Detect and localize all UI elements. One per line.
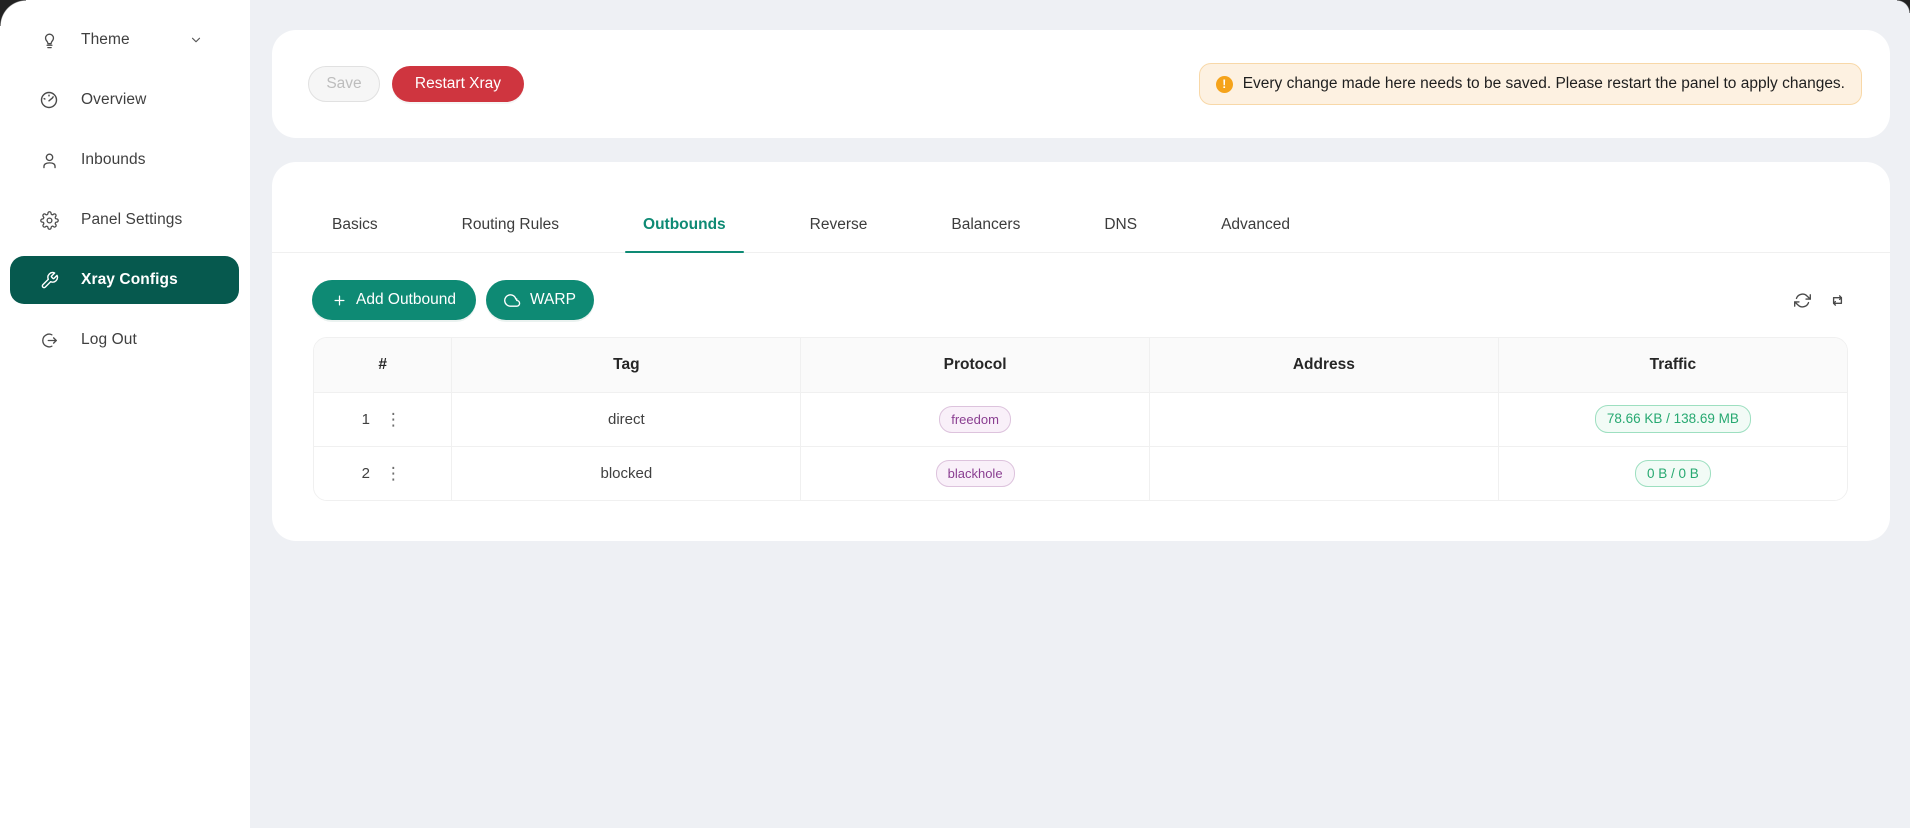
table-row: 1 ⋮ direct freedom 78.66 KB / 138.69 MB [314, 392, 1847, 446]
outbounds-table: # Tag Protocol Address Traffic 1 ⋮ [313, 337, 1848, 501]
row-index: 2 [362, 465, 370, 482]
tab-dns[interactable]: DNS [1086, 216, 1155, 252]
sidebar-item-label: Xray Configs [81, 271, 178, 289]
col-header-protocol: Protocol [801, 338, 1150, 392]
sidebar-item-label: Panel Settings [81, 211, 182, 229]
alert-text: Every change made here needs to be saved… [1243, 75, 1845, 93]
restart-xray-button[interactable]: Restart Xray [392, 66, 524, 102]
logout-icon [39, 330, 59, 350]
tab-reverse[interactable]: Reverse [792, 216, 886, 252]
screen-corner-dark-left [0, 0, 26, 26]
protocol-badge: blackhole [936, 460, 1015, 487]
toggle-view-button[interactable] [1827, 290, 1848, 311]
main-content: Save Restart Xray ! Every change made he… [250, 0, 1910, 828]
bulb-icon [39, 30, 59, 50]
user-icon [39, 150, 59, 170]
col-header-address: Address [1149, 338, 1498, 392]
sidebar-item-label: Log Out [81, 331, 137, 349]
table-icon-buttons [1792, 290, 1848, 311]
tab-advanced[interactable]: Advanced [1203, 216, 1308, 252]
cloud-icon [504, 292, 521, 309]
gear-icon [39, 210, 59, 230]
tag-cell: direct [452, 392, 801, 446]
sidebar-item-xray-configs[interactable]: Xray Configs [10, 256, 239, 304]
config-tabs: Basics Routing Rules Outbounds Reverse B… [272, 162, 1890, 253]
table-row: 2 ⋮ blocked blackhole 0 B / 0 B [314, 446, 1847, 500]
plus-icon [332, 293, 347, 308]
sidebar-item-log-out[interactable]: Log Out [10, 316, 239, 364]
row-index: 1 [362, 411, 370, 428]
chevron-down-icon [189, 33, 203, 47]
warp-button[interactable]: WARP [486, 280, 594, 320]
wrench-icon [39, 270, 59, 290]
screen-corner-dark-right [1897, 0, 1910, 13]
sidebar-item-overview[interactable]: Overview [10, 76, 239, 124]
tab-basics[interactable]: Basics [314, 216, 396, 252]
sidebar-item-panel-settings[interactable]: Panel Settings [10, 196, 239, 244]
change-alert: ! Every change made here needs to be sav… [1199, 63, 1862, 105]
sync-icon [1794, 292, 1811, 309]
tab-balancers[interactable]: Balancers [933, 216, 1038, 252]
address-cell [1149, 446, 1498, 500]
address-cell [1149, 392, 1498, 446]
sidebar-item-inbounds[interactable]: Inbounds [10, 136, 239, 184]
xray-config-card: Basics Routing Rules Outbounds Reverse B… [272, 162, 1890, 541]
sidebar-item-label: Overview [81, 91, 146, 109]
col-header-tag: Tag [452, 338, 801, 392]
warning-icon: ! [1216, 76, 1233, 93]
retweet-icon [1829, 292, 1846, 309]
dashboard-icon [39, 90, 59, 110]
refresh-button[interactable] [1792, 290, 1813, 311]
row-menu-kebab-icon[interactable]: ⋮ [383, 465, 404, 482]
tab-outbounds[interactable]: Outbounds [625, 216, 744, 252]
sidebar-item-label: Inbounds [81, 151, 146, 169]
add-outbound-button[interactable]: Add Outbound [312, 280, 476, 320]
protocol-badge: freedom [939, 406, 1011, 433]
tag-cell: blocked [452, 446, 801, 500]
traffic-badge: 78.66 KB / 138.69 MB [1595, 405, 1751, 433]
save-button[interactable]: Save [308, 66, 380, 102]
sidebar-item-theme[interactable]: Theme [10, 16, 239, 64]
tab-routing-rules[interactable]: Routing Rules [444, 216, 577, 252]
row-menu-kebab-icon[interactable]: ⋮ [383, 411, 404, 428]
toolbar-card: Save Restart Xray ! Every change made he… [272, 30, 1890, 138]
traffic-badge: 0 B / 0 B [1635, 460, 1711, 488]
col-header-index: # [314, 338, 452, 392]
col-header-traffic: Traffic [1498, 338, 1847, 392]
sidebar: Theme Overview Inbounds Panel Set [0, 0, 250, 828]
sidebar-item-label: Theme [81, 31, 130, 49]
outbounds-actions-row: Add Outbound WARP [272, 253, 1890, 320]
